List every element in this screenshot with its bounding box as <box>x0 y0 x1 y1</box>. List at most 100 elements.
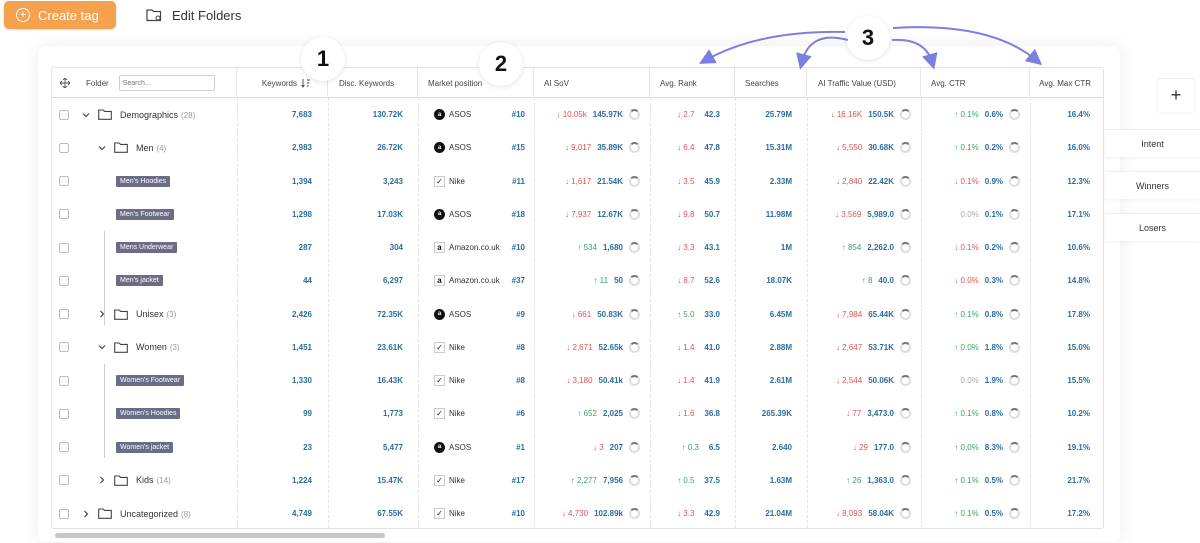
ai-traffic-cell[interactable]: ↑ 26 1,363.0 <box>807 464 911 497</box>
side-tab-losers[interactable]: Losers <box>1105 213 1200 241</box>
avg-ctr-cell[interactable]: ↑ 0.1% 0.6% <box>921 98 1020 131</box>
keywords-value[interactable]: 23 <box>237 431 312 464</box>
ai-sov-cell[interactable]: ↑ 11 50 <box>534 264 640 297</box>
ai-traffic-cell[interactable]: ↓ 7,984 65.44K <box>807 298 911 331</box>
keywords-value[interactable]: 1,330 <box>237 364 312 397</box>
table-row[interactable]: Demographics (28) 7,683 130.72K a ASOS #1… <box>52 98 1103 131</box>
avg-max-ctr-value[interactable]: 16.4% <box>1030 98 1090 131</box>
avg-max-ctr-value[interactable]: 12.3% <box>1030 165 1090 198</box>
ai-sov-cell[interactable]: ↓ 7,937 12.67K <box>534 198 640 231</box>
avg-rank-cell[interactable]: ↓ 1.4 41.0 <box>650 331 720 364</box>
ai-traffic-cell[interactable]: ↓ 2,544 50.06K <box>807 364 911 397</box>
chevron-right-icon[interactable] <box>98 476 106 484</box>
side-tab-intent[interactable]: Intent <box>1105 129 1200 157</box>
horizontal-scrollbar[interactable] <box>55 533 385 538</box>
table-row[interactable]: Men's jacket 44 6,297 a Amazon.co.uk #37… <box>52 264 1103 297</box>
table-row[interactable]: Men (4) 2,983 26.72K a ASOS #15 ↓ 9,017 3… <box>52 131 1103 164</box>
avg-ctr-cell[interactable]: ↑ 0.1% 0.8% <box>921 298 1020 331</box>
searches-value[interactable]: 18.07K <box>735 264 792 297</box>
tag-cell[interactable]: Men's Footwear <box>116 198 174 231</box>
disc-keywords-value[interactable]: 3,243 <box>328 165 403 198</box>
searches-value[interactable]: 21.04M <box>735 497 792 528</box>
searches-value[interactable]: 11.98M <box>735 198 792 231</box>
ai-sov-cell[interactable]: ↓ 661 50.83K <box>534 298 640 331</box>
keywords-value[interactable]: 7,683 <box>237 98 312 131</box>
row-checkbox[interactable] <box>59 475 69 486</box>
keywords-value[interactable]: 287 <box>237 231 312 264</box>
row-checkbox[interactable] <box>59 109 69 120</box>
table-row[interactable]: Women (3) 1,451 23.61K ✓ Nike #8 ↓ 2,671 … <box>52 331 1103 364</box>
ai-sov-cell[interactable]: ↑ 2,277 7,956 <box>534 464 640 497</box>
avg-ctr-cell[interactable]: 0.0% 0.1% <box>921 198 1020 231</box>
ai-sov-cell[interactable]: ↓ 1,617 21.54K <box>534 165 640 198</box>
disc-keywords-value[interactable]: 26.72K <box>328 131 403 164</box>
folder-cell[interactable]: Men (4) <box>98 131 166 164</box>
avg-ctr-cell[interactable]: 0.0% 1.9% <box>921 364 1020 397</box>
avg-ctr-cell[interactable]: ↓ 0.0% 0.3% <box>921 264 1020 297</box>
ai-traffic-cell[interactable]: ↓ 2,840 22.42K <box>807 165 911 198</box>
table-row[interactable]: Women's Hoodies 99 1,773 ✓ Nike #6 ↑ 652… <box>52 397 1103 430</box>
searches-value[interactable]: 2.33M <box>735 165 792 198</box>
row-checkbox[interactable] <box>59 375 69 386</box>
avg-ctr-cell[interactable]: ↑ 0.1% 0.2% <box>921 131 1020 164</box>
avg-max-ctr-value[interactable]: 21.7% <box>1030 464 1090 497</box>
folder-cell[interactable]: Demographics (28) <box>82 98 195 131</box>
keywords-value[interactable]: 4,749 <box>237 497 312 528</box>
tag-chip[interactable]: Men's Hoodies <box>116 175 171 187</box>
searches-value[interactable]: 25.79M <box>735 98 792 131</box>
avg-ctr-cell[interactable]: ↑ 0.1% 0.5% <box>921 464 1020 497</box>
chevron-down-icon[interactable] <box>98 144 106 152</box>
searches-value[interactable]: 265.39K <box>735 397 792 430</box>
ai-sov-cell[interactable]: ↓ 9,017 35.89K <box>534 131 640 164</box>
row-checkbox[interactable] <box>59 176 69 186</box>
searches-value[interactable]: 2.88M <box>735 331 792 364</box>
ai-sov-cell[interactable]: ↑ 652 2,025 <box>534 397 640 430</box>
avg-rank-cell[interactable]: ↓ 3.5 45.9 <box>650 165 720 198</box>
tag-chip[interactable]: Women's Footwear <box>116 375 184 386</box>
folder-cell[interactable]: Kids (14) <box>98 464 171 497</box>
folder-cell[interactable]: Women (3) <box>98 331 180 364</box>
avg-rank-cell[interactable]: ↓ 1.6 36.8 <box>650 397 720 430</box>
keywords-value[interactable]: 1,394 <box>237 165 312 198</box>
table-row[interactable]: Mens Underwear 287 304 a Amazon.co.uk #1… <box>52 231 1103 264</box>
ai-sov-cell[interactable]: ↓ 3,180 50.41k <box>534 364 640 397</box>
avg-max-ctr-value[interactable]: 19.1% <box>1030 431 1090 464</box>
keywords-value[interactable]: 99 <box>237 397 312 430</box>
keywords-value[interactable]: 2,426 <box>237 298 312 331</box>
ai-sov-cell[interactable]: ↓ 2,671 52.65k <box>534 331 640 364</box>
keywords-value[interactable]: 1,451 <box>237 331 312 364</box>
tag-chip[interactable]: Women's Hoodies <box>116 408 181 420</box>
row-checkbox[interactable] <box>59 508 69 519</box>
keywords-value[interactable]: 1,224 <box>237 464 312 497</box>
avg-max-ctr-value[interactable]: 16.0% <box>1030 131 1090 164</box>
row-checkbox[interactable] <box>59 275 69 286</box>
chevron-down-icon[interactable] <box>98 343 106 351</box>
avg-ctr-cell[interactable]: ↓ 0.1% 0.9% <box>921 165 1020 198</box>
searches-value[interactable]: 15.31M <box>735 131 792 164</box>
table-row[interactable]: Uncategorized (8) 4,749 67.55K ✓ Nike #10… <box>52 497 1103 528</box>
table-row[interactable]: Women's jacket 23 5,477 a ASOS #1 ↓ 3 20… <box>52 431 1103 464</box>
disc-keywords-value[interactable]: 17.03K <box>328 198 403 231</box>
searches-value[interactable]: 1M <box>735 231 792 264</box>
row-checkbox[interactable] <box>59 342 69 353</box>
ai-traffic-cell[interactable]: ↑ 854 2,262.0 <box>807 231 911 264</box>
tag-chip[interactable]: Women's jacket <box>116 441 174 453</box>
disc-keywords-value[interactable]: 72.35K <box>328 298 403 331</box>
avg-rank-cell[interactable]: ↓ 9.8 50.7 <box>650 198 720 231</box>
avg-max-ctr-value[interactable]: 10.6% <box>1030 231 1090 264</box>
tag-cell[interactable]: Men's jacket <box>116 264 163 297</box>
avg-rank-cell[interactable]: ↓ 3.3 42.9 <box>650 497 720 528</box>
avg-rank-cell[interactable]: ↑ 5.0 33.0 <box>650 298 720 331</box>
ai-traffic-cell[interactable]: ↓ 8,093 58.04K <box>807 497 911 528</box>
avg-max-ctr-value[interactable]: 10.2% <box>1030 397 1090 430</box>
avg-ctr-cell[interactable]: ↑ 0.0% 8.3% <box>921 431 1020 464</box>
keywords-value[interactable]: 2,983 <box>237 131 312 164</box>
searches-value[interactable]: 1.63M <box>735 464 792 497</box>
disc-keywords-value[interactable]: 6,297 <box>328 264 403 297</box>
table-row[interactable]: Kids (14) 1,224 15.47K ✓ Nike #17 ↑ 2,277… <box>52 464 1103 497</box>
row-checkbox[interactable] <box>59 209 69 220</box>
ai-sov-cell[interactable]: ↓ 3 207 <box>534 431 640 464</box>
disc-keywords-value[interactable]: 23.61K <box>328 331 403 364</box>
avg-ctr-cell[interactable]: ↑ 0.0% 1.8% <box>921 331 1020 364</box>
avg-max-ctr-value[interactable]: 17.8% <box>1030 298 1090 331</box>
